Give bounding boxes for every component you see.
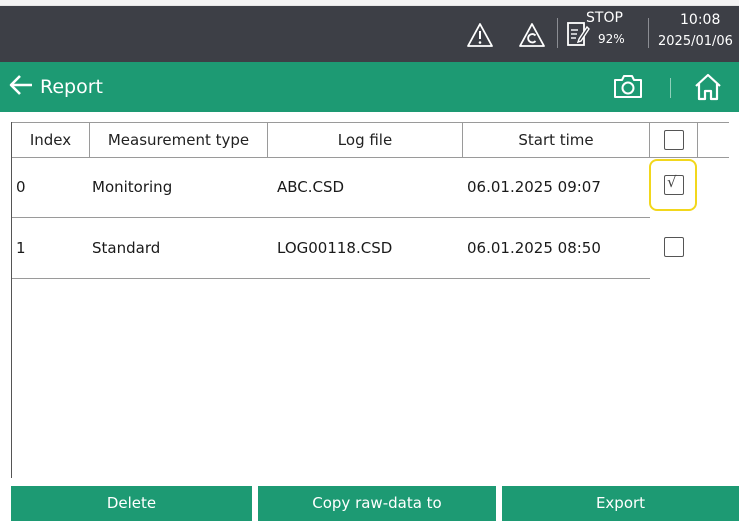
page-title: Report [40, 76, 103, 98]
select-all-checkbox[interactable] [664, 130, 684, 150]
back-button[interactable]: Report [8, 72, 103, 102]
export-button[interactable]: Export [502, 486, 739, 521]
column-header-log-file[interactable]: Log file [268, 123, 463, 157]
copy-raw-data-button[interactable]: Copy raw-data to [258, 486, 496, 521]
status-separator [557, 18, 558, 48]
column-header-index[interactable]: Index [12, 123, 90, 157]
table-row[interactable]: 1 Standard LOG00118.CSD 06.01.2025 08:50 [12, 218, 650, 279]
bottom-toolbar: Delete Copy raw-data to Export [0, 486, 739, 521]
report-table: Index Measurement type Log file Start ti… [11, 122, 729, 478]
status-separator [648, 18, 649, 48]
cell-start-time: 06.01.2025 09:07 [467, 178, 601, 196]
column-header-start-time[interactable]: Start time [463, 123, 650, 157]
cell-measurement-type: Monitoring [92, 178, 173, 196]
status-bar: STOP 92% 10:08 2025/01/06 [0, 6, 739, 62]
camera-icon [612, 75, 644, 105]
screenshot-button[interactable] [612, 71, 644, 105]
table-row[interactable]: 0 Monitoring ABC.CSD 06.01.2025 09:07 [12, 157, 650, 218]
row-checkbox-checked[interactable]: √ [664, 173, 684, 195]
cell-log-file: LOG00118.CSD [277, 239, 393, 257]
title-separator [670, 78, 671, 98]
clock-date: 2025/01/06 [658, 34, 733, 49]
calibration-warning-icon[interactable] [518, 22, 546, 52]
table-header: Index Measurement type Log file Start ti… [12, 122, 729, 158]
clock-time: 10:08 [680, 12, 721, 28]
row-checkbox[interactable] [664, 237, 684, 257]
cell-index: 1 [16, 239, 26, 257]
home-icon [692, 73, 724, 107]
warning-triangle-icon[interactable] [466, 22, 494, 52]
home-button[interactable] [692, 71, 724, 107]
column-header-measurement-type[interactable]: Measurement type [90, 123, 268, 157]
delete-button[interactable]: Delete [11, 486, 252, 521]
title-bar: Report [0, 62, 739, 112]
check-mark-icon: √ [667, 173, 677, 191]
cell-log-file: ABC.CSD [277, 178, 345, 196]
column-header-select [650, 123, 698, 157]
cell-measurement-type: Standard [92, 239, 161, 257]
log-state-text: STOP [586, 10, 623, 26]
battery-text: 92% [598, 32, 625, 46]
cell-start-time: 06.01.2025 08:50 [467, 239, 601, 257]
cell-index: 0 [16, 178, 26, 196]
back-arrow-icon [8, 74, 34, 100]
